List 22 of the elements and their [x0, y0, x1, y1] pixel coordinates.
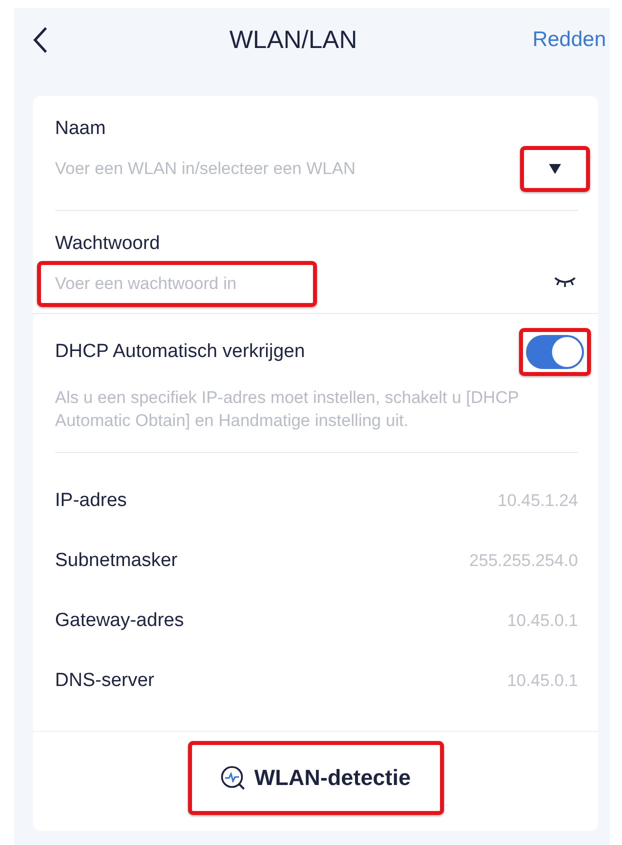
field-label: Naam — [55, 118, 107, 140]
dhcp-label: DHCP Automatisch verkrijgen — [55, 341, 305, 363]
setting-value: 10.45.0.1 — [507, 611, 578, 631]
wlan-detection-button[interactable]: WLAN-detectie — [188, 741, 444, 815]
dhcp-hint: Als u een specifiek IP-adres moet instellen, schakelt u [DHCP Automatic Obtain] en Handmatige instelling uit. — [55, 387, 520, 432]
password-field[interactable]: Voer een wachtwoord in — [37, 261, 317, 307]
dropdown-button[interactable] — [520, 146, 590, 192]
field-label: Wachtwoord — [55, 233, 161, 255]
page-title: WLAN/LAN — [228, 26, 358, 54]
setting-label: DNS-server — [55, 670, 154, 692]
caret-icon — [549, 164, 561, 174]
setting-value: 10.45.1.24 — [498, 491, 578, 511]
wlan-name-field[interactable]: Voer een WLAN in/selecteer een WLAN — [55, 159, 489, 179]
setting-label: IP-adres — [55, 490, 127, 512]
save-button[interactable]: Redden — [532, 28, 606, 52]
setting-label: Gateway-adres — [55, 610, 184, 632]
setting-value: 10.45.0.1 — [507, 671, 578, 691]
dhcp-toggle[interactable] — [526, 335, 584, 369]
closed-eye-icon[interactable] — [554, 276, 576, 288]
search-pulse-icon — [220, 765, 246, 791]
setting-label: Subnetmasker — [55, 550, 178, 572]
setting-value: 255.255.254.0 — [469, 551, 578, 571]
